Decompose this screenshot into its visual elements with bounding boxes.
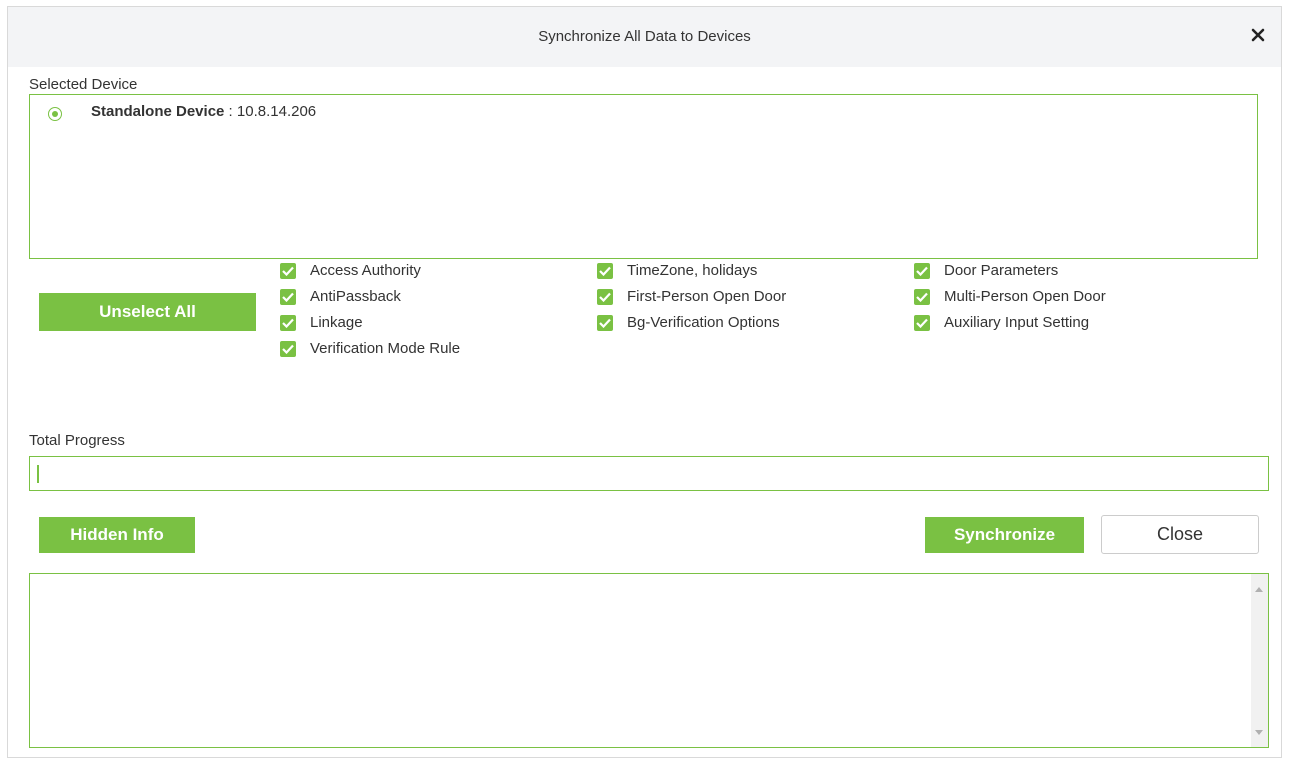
progress-fill bbox=[37, 465, 39, 483]
dialog-title: Synchronize All Data to Devices bbox=[538, 28, 751, 45]
checkmark-icon bbox=[280, 340, 296, 357]
total-progress-bar bbox=[29, 456, 1269, 491]
dialog-titlebar: Synchronize All Data to Devices bbox=[8, 7, 1281, 67]
checkbox-label: Bg-Verification Options bbox=[627, 314, 780, 331]
checkmark-icon bbox=[280, 288, 296, 305]
checkbox-label: First-Person Open Door bbox=[627, 288, 787, 305]
checkbox-first-person-open-door[interactable]: First-Person Open Door bbox=[597, 288, 786, 305]
scroll-up-icon[interactable] bbox=[1255, 587, 1263, 592]
selected-device-label: Selected Device bbox=[29, 76, 138, 93]
scrollbar[interactable] bbox=[1251, 574, 1268, 747]
checkbox-access-authority[interactable]: Access Authority bbox=[280, 262, 421, 279]
device-radio[interactable] bbox=[48, 107, 62, 121]
checkbox-antipassback[interactable]: AntiPassback bbox=[280, 288, 401, 305]
log-output[interactable] bbox=[29, 573, 1269, 748]
checkmark-icon bbox=[597, 314, 613, 331]
device-item[interactable]: Standalone Device : 10.8.14.206 bbox=[91, 103, 316, 120]
sync-dialog: Synchronize All Data to Devices Selected… bbox=[7, 6, 1282, 758]
checkbox-verification-mode-rule[interactable]: Verification Mode Rule bbox=[280, 340, 460, 357]
checkbox-bg-verification-options[interactable]: Bg-Verification Options bbox=[597, 314, 780, 331]
checkmark-icon bbox=[914, 262, 930, 279]
checkbox-label: Verification Mode Rule bbox=[310, 340, 461, 357]
checkmark-icon bbox=[597, 288, 613, 305]
checkmark-icon bbox=[280, 314, 296, 331]
checkbox-label: Door Parameters bbox=[944, 262, 1059, 279]
checkmark-icon bbox=[597, 262, 613, 279]
checkbox-label: AntiPassback bbox=[310, 288, 401, 305]
device-name: Standalone Device bbox=[91, 103, 225, 120]
hidden-info-button[interactable]: Hidden Info bbox=[39, 517, 195, 553]
close-icon[interactable] bbox=[1247, 24, 1269, 46]
checkbox-door-parameters[interactable]: Door Parameters bbox=[914, 262, 1058, 279]
checkbox-linkage[interactable]: Linkage bbox=[280, 314, 363, 331]
unselect-all-button[interactable]: Unselect All bbox=[39, 293, 256, 331]
checkbox-label: Multi-Person Open Door bbox=[944, 288, 1106, 305]
checkbox-label: Linkage bbox=[310, 314, 363, 331]
checkbox-label: Access Authority bbox=[310, 262, 421, 279]
checkbox-label: TimeZone, holidays bbox=[627, 262, 758, 279]
synchronize-button[interactable]: Synchronize bbox=[925, 517, 1084, 553]
checkbox-multi-person-open-door[interactable]: Multi-Person Open Door bbox=[914, 288, 1106, 305]
checkbox-label: Auxiliary Input Setting bbox=[944, 314, 1090, 331]
checkmark-icon bbox=[914, 288, 930, 305]
checkmark-icon bbox=[280, 262, 296, 279]
device-separator: : bbox=[224, 103, 237, 120]
close-button[interactable]: Close bbox=[1101, 515, 1259, 554]
total-progress-label: Total Progress bbox=[29, 432, 125, 449]
scroll-down-icon[interactable] bbox=[1255, 730, 1263, 735]
checkmark-icon bbox=[914, 314, 930, 331]
checkbox-auxiliary-input-setting[interactable]: Auxiliary Input Setting bbox=[914, 314, 1089, 331]
checkbox-timezone-holidays[interactable]: TimeZone, holidays bbox=[597, 262, 757, 279]
device-list: Standalone Device : 10.8.14.206 bbox=[29, 94, 1258, 259]
device-ip: 10.8.14.206 bbox=[236, 103, 317, 120]
